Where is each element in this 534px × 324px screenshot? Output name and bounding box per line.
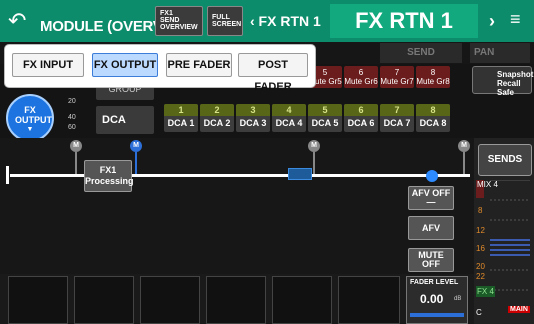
dca-8-number: 8	[416, 104, 450, 116]
dca-button[interactable]: DCA	[96, 106, 154, 134]
mute-group-8[interactable]: 8 Mute Gr8	[416, 66, 450, 88]
snapshot-recall-safe-button[interactable]: Snapshot Recall Safe	[472, 66, 533, 97]
dca-5-number: 5	[308, 104, 342, 116]
sends-scale-8: 8	[478, 206, 483, 215]
output-node[interactable]	[426, 170, 438, 182]
fx1-send-line1: FX1	[160, 10, 173, 17]
scale-40: 40	[68, 114, 76, 121]
mute-group-8-label: 8 Mute Gr8	[416, 68, 450, 86]
fader-block[interactable]	[288, 168, 312, 180]
mute-button[interactable]: MUTE OFF	[408, 248, 454, 272]
fx-output-circle-button[interactable]: FX OUTPUT ▼	[6, 94, 54, 142]
mute-state: OFF	[422, 259, 440, 269]
dca-2-number: 2	[200, 104, 234, 116]
processing-line2: Processing	[85, 176, 134, 186]
mute-group-7[interactable]: 7 Mute Gr7	[380, 66, 414, 88]
sends-button[interactable]: SENDS	[478, 144, 532, 176]
bottom-slot-3[interactable]	[140, 276, 200, 324]
sends-scale-12: 12	[476, 226, 485, 235]
fx-output-circle-label: FX OUTPUT	[15, 105, 52, 125]
dca-4-number: 4	[272, 104, 306, 116]
caret-down-icon: ▼	[26, 126, 34, 133]
dca-1-button[interactable]: 1 DCA 1	[164, 104, 198, 132]
post-fader-option[interactable]: POST FADER	[238, 53, 308, 93]
afv-off-line: —	[426, 197, 436, 207]
dca-2-button[interactable]: 2 DCA 2	[200, 104, 234, 132]
send-button[interactable]: SEND	[380, 43, 462, 63]
fx-output-option[interactable]: FX OUTPUT	[92, 53, 158, 77]
full-screen-button[interactable]: FULL SCREEN	[207, 6, 243, 36]
sends-scale-mix: MIX 4	[477, 180, 498, 189]
sends-scale-16: 16	[476, 244, 485, 253]
pan-button[interactable]: PAN	[470, 43, 530, 63]
fx1-processing-button[interactable]: FX1 Processing	[84, 160, 134, 192]
dca-5-name: DCA 5	[311, 118, 339, 128]
pre-fader-option[interactable]: PRE FADER	[166, 53, 232, 77]
dca-5-button[interactable]: 5 DCA 5	[308, 104, 342, 132]
fader-level-unit: dB	[454, 296, 462, 302]
meter-point-1[interactable]: M	[70, 140, 82, 152]
bottom-slot-1[interactable]	[8, 276, 68, 324]
fader-level-label: FADER LEVEL	[410, 279, 459, 286]
dca-8-name: DCA 8	[419, 118, 447, 128]
fx-input-option[interactable]: FX INPUT	[12, 53, 84, 77]
next-channel-button[interactable]: ›	[480, 8, 504, 34]
dca-3-name: DCA 3	[239, 118, 267, 128]
sends-center-label: C	[476, 308, 482, 317]
afv-off-button[interactable]: AFV OFF —	[408, 186, 454, 210]
dca-7-number: 7	[380, 104, 414, 116]
bottom-slot-6[interactable]	[338, 276, 400, 324]
prev-channel-button[interactable]: ‹ FX RTN 1	[250, 8, 330, 34]
bottom-slot-2[interactable]	[74, 276, 134, 324]
fx1-send-line2: SEND	[160, 17, 180, 24]
sends-scale-fx: FX 4	[476, 286, 495, 297]
meter-point-3[interactable]: M	[308, 140, 320, 152]
menu-icon[interactable]: ≡	[510, 10, 528, 28]
sends-meter-grid	[490, 180, 530, 291]
meter-line-2	[135, 152, 137, 174]
dca-1-number: 1	[164, 104, 198, 116]
fader-level-value: 0.00	[420, 292, 444, 306]
dca-8-button[interactable]: 8 DCA 8	[416, 104, 450, 132]
dca-7-button[interactable]: 7 DCA 7	[380, 104, 414, 132]
mute-group-6-label: 6 Mute Gr6	[344, 68, 378, 86]
meter-line-4	[463, 152, 465, 174]
full-screen-line1: FULL	[212, 14, 230, 21]
sends-scale-22: 22	[476, 272, 485, 281]
scale-60: 60	[68, 124, 76, 131]
dca-3-number: 3	[236, 104, 270, 116]
main-badge: MAIN	[508, 306, 530, 313]
afv-button[interactable]: AFV	[408, 216, 454, 240]
processing-line1: FX1	[99, 165, 117, 175]
mute-group-6[interactable]: 6 Mute Gr6	[344, 66, 378, 88]
meter-line-3	[313, 152, 315, 174]
fader-level-bar	[410, 313, 464, 317]
meter-point-4[interactable]: M	[458, 140, 470, 152]
signal-start	[6, 166, 16, 184]
signal-line	[10, 174, 470, 177]
dca-3-button[interactable]: 3 DCA 3	[236, 104, 270, 132]
channel-name-display: FX RTN 1	[330, 4, 478, 38]
fx1-send-line3: OVERVIEW	[160, 24, 198, 31]
dca-7-name: DCA 7	[383, 118, 411, 128]
bottom-slot-4[interactable]	[206, 276, 266, 324]
dca-4-button[interactable]: 4 DCA 4	[272, 104, 306, 132]
sends-scale-20: 20	[476, 262, 485, 271]
dca-4-name: DCA 4	[275, 118, 303, 128]
dca-6-number: 6	[344, 104, 378, 116]
meter-line-1	[75, 152, 77, 174]
back-arrow-icon[interactable]: ↶	[8, 10, 32, 34]
dca-6-name: DCA 6	[347, 118, 375, 128]
bottom-slot-5[interactable]	[272, 276, 332, 324]
dca-2-name: DCA 2	[203, 118, 231, 128]
fx1-send-overview-button[interactable]: FX1 SEND OVERVIEW	[155, 6, 203, 36]
scale-20: 20	[68, 98, 76, 105]
dca-1-name: DCA 1	[167, 118, 195, 128]
mute-group-7-label: 7 Mute Gr7	[380, 68, 414, 86]
dca-6-button[interactable]: 6 DCA 6	[344, 104, 378, 132]
meter-point-2[interactable]: M	[130, 140, 142, 152]
full-screen-line2: SCREEN	[212, 21, 242, 28]
signal-flow-area	[0, 138, 474, 274]
